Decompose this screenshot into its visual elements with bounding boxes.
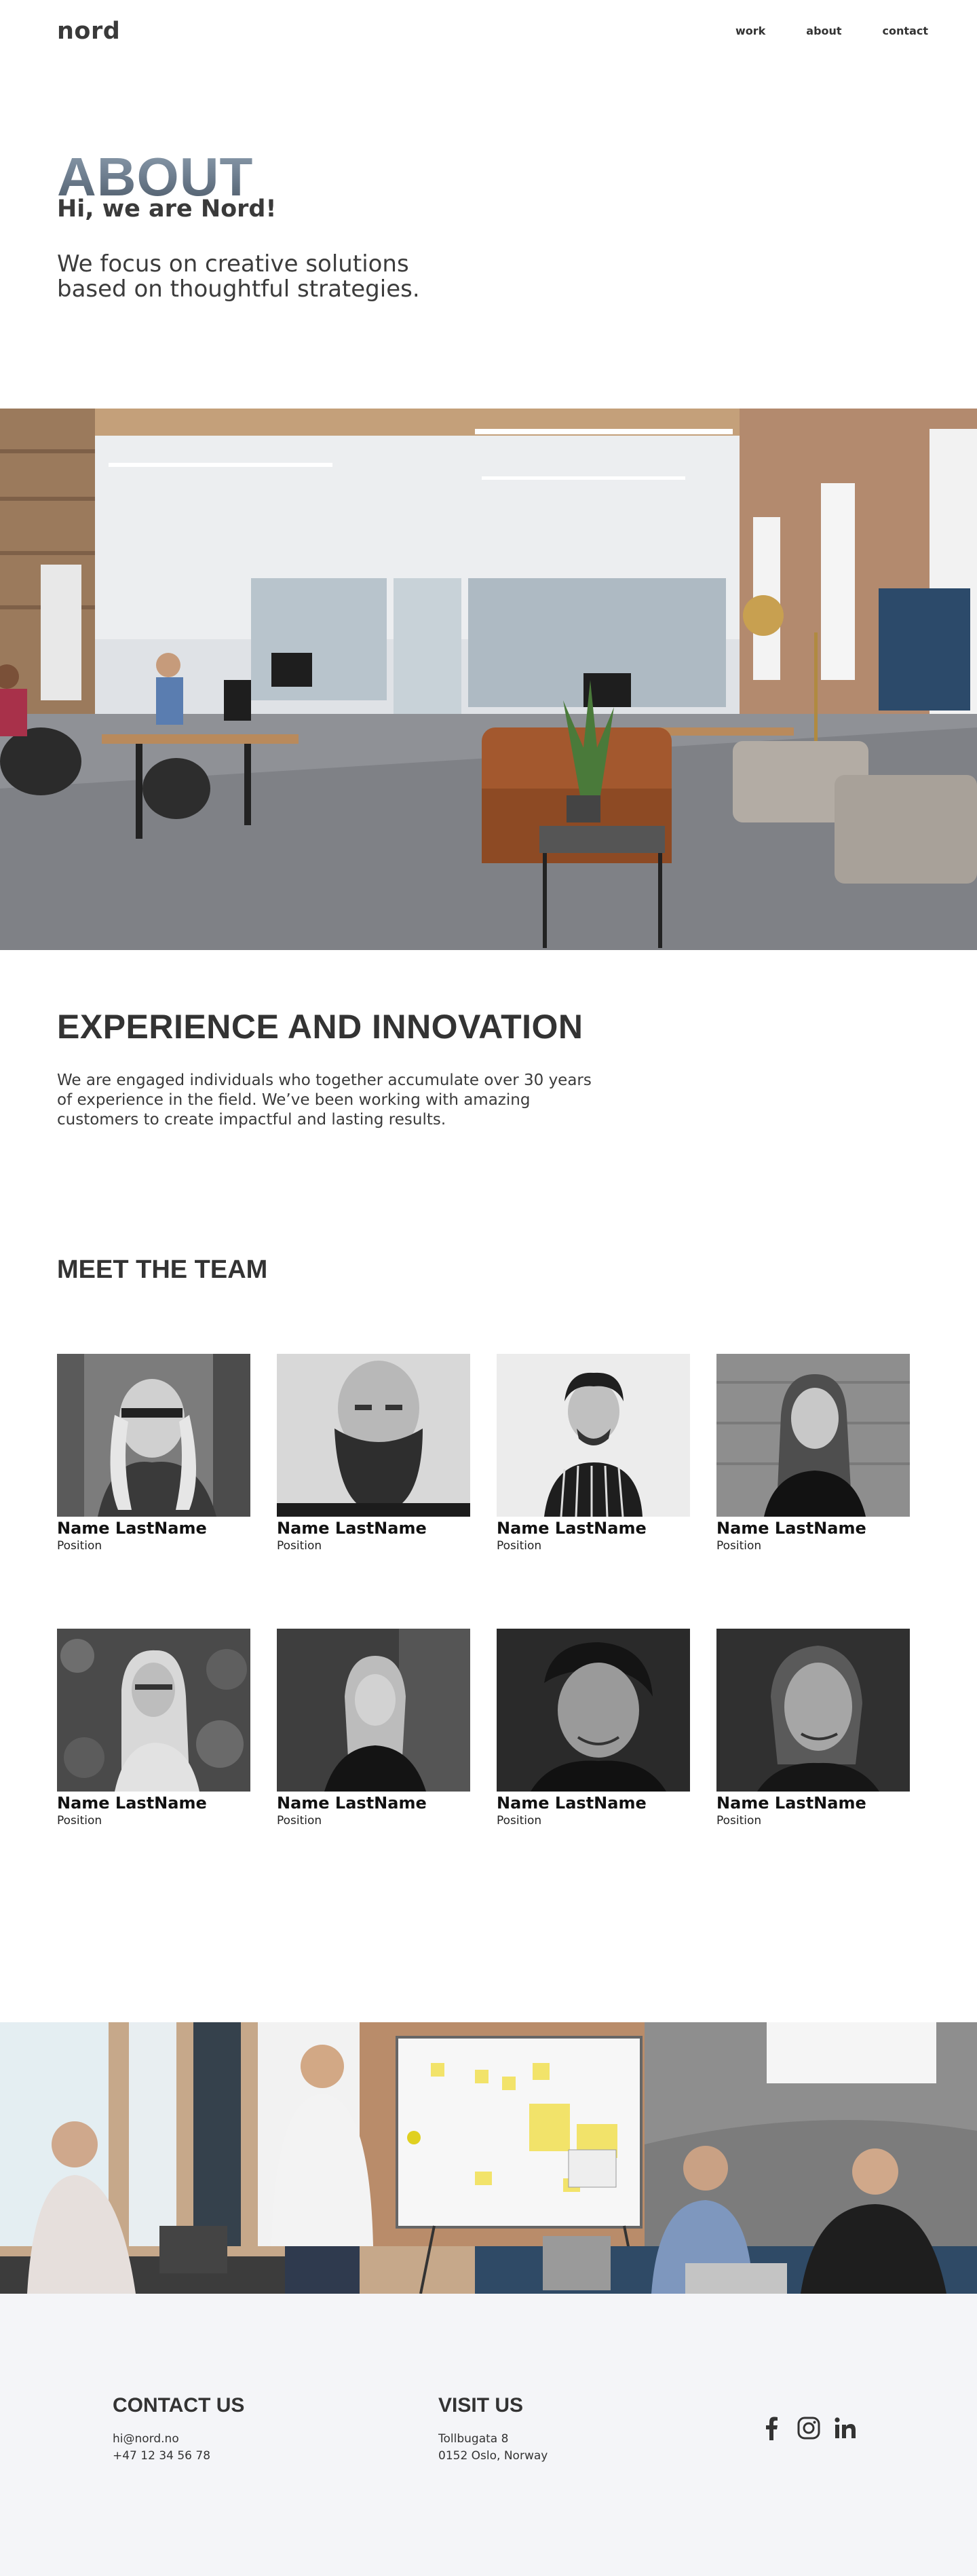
address-city: 0152 Oslo, Norway: [438, 2449, 548, 2463]
member-name: Name LastName: [277, 1794, 427, 1813]
member-photo: [57, 1629, 250, 1792]
member-name: Name LastName: [57, 1519, 207, 1538]
logo[interactable]: nord: [57, 18, 120, 45]
nav-link-contact[interactable]: contact: [883, 24, 928, 37]
hero-subtitle: Hi, we are Nord!: [57, 195, 277, 223]
member-name: Name LastName: [497, 1519, 647, 1538]
visit-title: VISIT US: [438, 2394, 524, 2417]
nav-link-work[interactable]: work: [735, 24, 765, 37]
member-position: Position: [57, 1539, 102, 1553]
experience-section: EXPERIENCE AND INNOVATION We are engaged…: [0, 950, 977, 1212]
member-name: Name LastName: [497, 1794, 647, 1813]
main-nav: work about contact: [695, 24, 928, 37]
meeting-photo: [0, 2022, 977, 2294]
member-photo: [497, 1629, 690, 1792]
hero-section: ABOUT Hi, we are Nord! We focus on creat…: [0, 81, 977, 409]
contact-block: CONTACT US hi@nord.no +47 12 34 56 78: [113, 2394, 244, 2465]
member-position: Position: [57, 1814, 102, 1827]
member-position: Position: [497, 1814, 542, 1827]
contact-email-link[interactable]: hi@nord.no: [113, 2431, 244, 2448]
site-header: nord work about contact: [0, 0, 977, 81]
member-photo: [716, 1629, 910, 1792]
team-section: MEET THE TEAM Name LastName Position Nam…: [0, 1212, 977, 2022]
team-member-card[interactable]: Name LastName Position: [57, 1354, 250, 1553]
team-member-card[interactable]: Name LastName Position: [277, 1354, 470, 1553]
facebook-icon[interactable]: [760, 2416, 784, 2440]
member-photo: [497, 1354, 690, 1517]
member-position: Position: [277, 1539, 322, 1553]
member-photo: [277, 1354, 470, 1517]
office-photo: [0, 409, 977, 950]
member-photo: [277, 1629, 470, 1792]
team-member-card[interactable]: Name LastName Position: [716, 1354, 910, 1553]
member-name: Name LastName: [716, 1794, 866, 1813]
member-photo: [57, 1354, 250, 1517]
team-member-card[interactable]: Name LastName Position: [277, 1629, 470, 1828]
member-position: Position: [497, 1539, 542, 1553]
member-name: Name LastName: [277, 1519, 427, 1538]
visit-block: VISIT US Tollbugata 8 0152 Oslo, Norway: [438, 2394, 548, 2465]
address-street: Tollbugata 8: [438, 2432, 509, 2446]
linkedin-icon[interactable]: [833, 2416, 858, 2440]
site-footer: CONTACT US hi@nord.no +47 12 34 56 78 VI…: [0, 2294, 977, 2576]
member-position: Position: [716, 1539, 762, 1553]
team-title: MEET THE TEAM: [57, 1255, 268, 1284]
member-position: Position: [277, 1814, 322, 1827]
team-member-card[interactable]: Name LastName Position: [497, 1354, 690, 1553]
member-name: Name LastName: [716, 1519, 866, 1538]
team-member-card[interactable]: Name LastName Position: [497, 1629, 690, 1828]
hero-tagline: We focus on creative solutions based on …: [57, 250, 420, 303]
member-photo: [716, 1354, 910, 1517]
member-position: Position: [716, 1814, 762, 1827]
social-links: [760, 2416, 858, 2440]
instagram-icon[interactable]: [797, 2416, 821, 2440]
experience-title: EXPERIENCE AND INNOVATION: [57, 1008, 583, 1046]
member-name: Name LastName: [57, 1794, 207, 1813]
contact-phone-link[interactable]: +47 12 34 56 78: [113, 2448, 244, 2465]
team-member-card[interactable]: Name LastName Position: [716, 1629, 910, 1828]
team-member-card[interactable]: Name LastName Position: [57, 1629, 250, 1828]
experience-text: We are engaged individuals who together …: [57, 1072, 592, 1129]
contact-title: CONTACT US: [113, 2394, 245, 2417]
nav-link-about[interactable]: about: [806, 24, 841, 37]
